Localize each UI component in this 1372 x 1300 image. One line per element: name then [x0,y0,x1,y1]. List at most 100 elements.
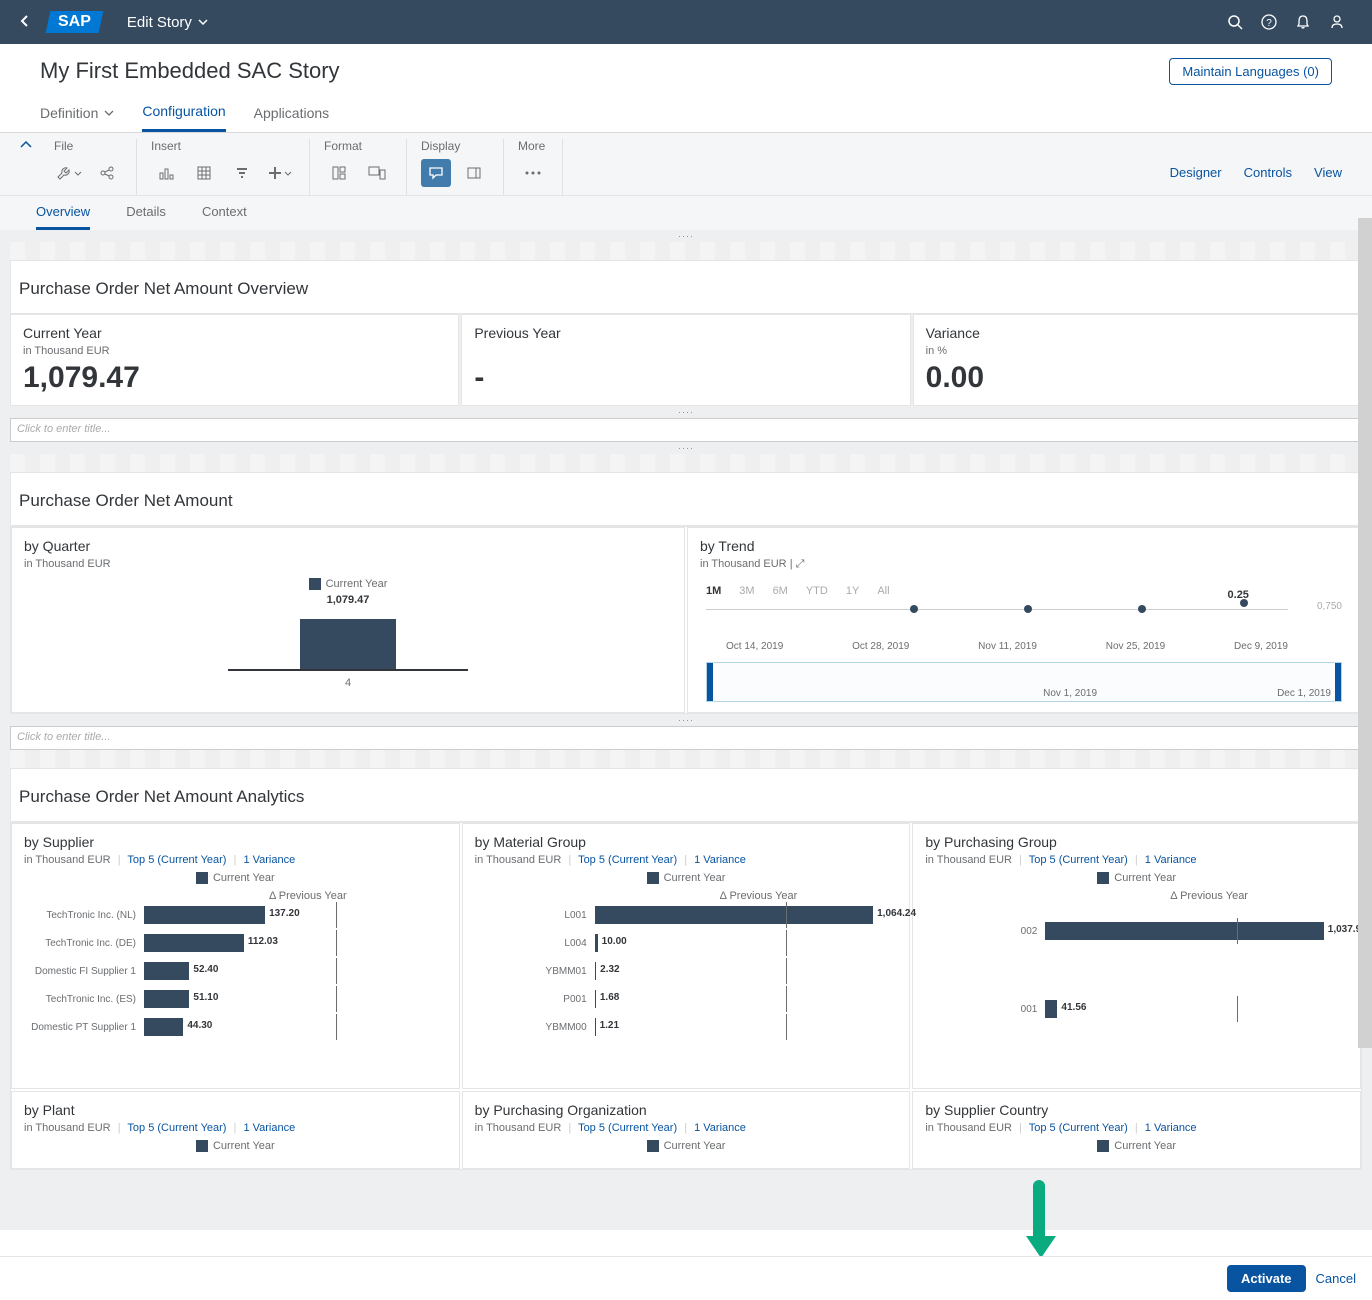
hbar-row: YBMM01 2.32 [475,962,898,980]
ribbon-group-file: File [54,139,122,153]
drag-handle-icon[interactable]: ···· [10,442,1362,454]
filter-icon[interactable] [227,159,257,187]
chart-by-purchasing-org[interactable]: by Purchasing Organization in Thousand E… [462,1091,911,1169]
annotation-arrow-icon [1026,1180,1052,1260]
title-placeholder[interactable]: Click to enter title... [10,418,1362,442]
hbar-bar [1045,1000,1057,1018]
add-icon[interactable] [265,159,295,187]
drag-handle-icon[interactable]: ···· [10,406,1362,418]
title-placeholder[interactable]: Click to enter title... [10,726,1362,750]
hbar-category: YBMM01 [475,966,595,977]
hbar-value: 2.32 [600,964,619,975]
designer-link[interactable]: Designer [1170,165,1222,180]
kpi-current-year[interactable]: Current Year in Thousand EUR 1,079.47 [10,314,459,406]
ribbon-group-more: More [518,139,548,153]
chart-settings-icon[interactable]: | ⤢ [790,558,805,570]
hbar-value: 112.03 [248,936,278,947]
hbar-row: Domestic FI Supplier 152.40 [24,962,447,980]
page-header: My First Embedded SAC Story Maintain Lan… [0,44,1372,85]
sub-tabs: Overview Details Context [0,196,1372,230]
app-title-dropdown[interactable]: Edit Story [127,14,208,31]
hbar-bar [144,962,189,980]
hbar-row: TechTronic Inc. (NL) 137.20 [24,906,447,924]
more-icon[interactable] [518,159,548,187]
back-icon[interactable] [18,14,34,30]
hbar-category: L004 [475,938,595,949]
section-title-netamount: Purchase Order Net Amount [10,472,1362,526]
hbar-bar [595,962,597,980]
chart-icon[interactable] [151,159,181,187]
chart-by-supplier-country[interactable]: by Supplier Country in Thousand EUR | To… [912,1091,1361,1169]
hbar-category: P001 [475,994,595,1005]
hbar-row: TechTronic Inc. (ES)51.10 [24,990,447,1008]
checker-strip [10,242,1362,260]
hbar-value: 1.21 [600,1020,619,1031]
panel-icon[interactable] [459,159,489,187]
hbar-row: P0011.68 [475,990,898,1008]
ribbon-group-display: Display [421,139,489,153]
story-canvas: ···· Purchase Order Net Amount Overview … [0,230,1372,1230]
hbar-category: YBMM00 [475,1022,595,1033]
drag-handle-icon[interactable]: ···· [10,230,1362,242]
sap-logo: SAP [46,11,104,33]
hbar-category: TechTronic Inc. (ES) [24,994,144,1005]
comment-icon[interactable] [421,159,451,187]
hbar-value: 44.30 [187,1020,212,1031]
maintain-languages-button[interactable]: Maintain Languages (0) [1169,58,1332,85]
hbar-category: Domestic FI Supplier 1 [24,966,144,977]
help-icon[interactable]: ? [1252,5,1286,39]
ribbon-collapse-icon[interactable] [20,139,40,195]
hbar-value: 137.20 [269,908,300,919]
hbar-bar [595,906,873,924]
view-link[interactable]: View [1314,165,1342,180]
hbar-bar [144,934,244,952]
hbar-bar [595,1018,596,1036]
ribbon-toolbar: File Insert Format Display More [0,133,1372,196]
hbar-row: Domestic PT Supplier 144.30 [24,1018,447,1036]
hbar-bar [144,1018,183,1036]
chart-by-quarter[interactable]: by Quarter in Thousand EUR Current Year … [11,527,685,713]
hbar-category: TechTronic Inc. (NL) [24,910,144,921]
user-icon[interactable] [1320,5,1354,39]
search-icon[interactable] [1218,5,1252,39]
tab-configuration[interactable]: Configuration [142,103,225,132]
hbar-category: 002 [925,926,1045,937]
wrench-icon[interactable] [54,159,84,187]
trend-range-selector[interactable]: 1M 3M 6M YTD 1Y All [700,579,1348,601]
subtab-overview[interactable]: Overview [36,204,90,230]
drag-handle-icon[interactable]: ···· [10,714,1362,726]
hbar-bar [1045,922,1323,940]
footer-bar: Activate Cancel [0,1256,1372,1300]
svg-text:?: ? [1266,18,1272,29]
hbar-row: YBMM00 1.21 [475,1018,898,1036]
notifications-icon[interactable] [1286,5,1320,39]
scrollbar[interactable] [1358,218,1372,1048]
trend-range-slider[interactable]: Nov 1, 2019 Dec 1, 2019 [706,662,1342,702]
activate-button[interactable]: Activate [1227,1265,1306,1292]
kpi-variance[interactable]: Variance in % 0.00 [913,314,1362,406]
tab-applications[interactable]: Applications [254,103,330,132]
chart-by-trend[interactable]: by Trend in Thousand EUR | ⤢ 1M 3M 6M YT… [687,527,1361,713]
chart-by-material-group[interactable]: by Material Group in Thousand EUR | Top … [462,823,911,1089]
ribbon-group-insert: Insert [151,139,295,153]
app-title: Edit Story [127,14,192,31]
devices-icon[interactable] [362,159,392,187]
chart-by-supplier[interactable]: by Supplier in Thousand EUR | Top 5 (Cur… [11,823,460,1089]
chart-by-purchasing-group[interactable]: by Purchasing Group in Thousand EUR | To… [912,823,1361,1089]
share-icon[interactable] [92,159,122,187]
subtab-details[interactable]: Details [126,204,166,230]
cancel-button[interactable]: Cancel [1316,1271,1356,1286]
controls-link[interactable]: Controls [1244,165,1292,180]
kpi-previous-year[interactable]: Previous Year - [461,314,910,406]
section-title-analytics: Purchase Order Net Amount Analytics [10,768,1362,822]
layout-icon[interactable] [324,159,354,187]
tab-definition[interactable]: Definition [40,103,114,132]
hbar-row: L0011,064.24 [475,906,898,924]
subtab-context[interactable]: Context [202,204,247,230]
table-icon[interactable] [189,159,219,187]
hbar-row: 00141.56 [925,1000,1348,1018]
hbar-row: 0021,037.91 [925,922,1348,940]
hbar-bar [595,934,598,952]
hbar-value: 1,064.24 [877,908,916,919]
chart-by-plant[interactable]: by Plant in Thousand EUR | Top 5 (Curren… [11,1091,460,1169]
